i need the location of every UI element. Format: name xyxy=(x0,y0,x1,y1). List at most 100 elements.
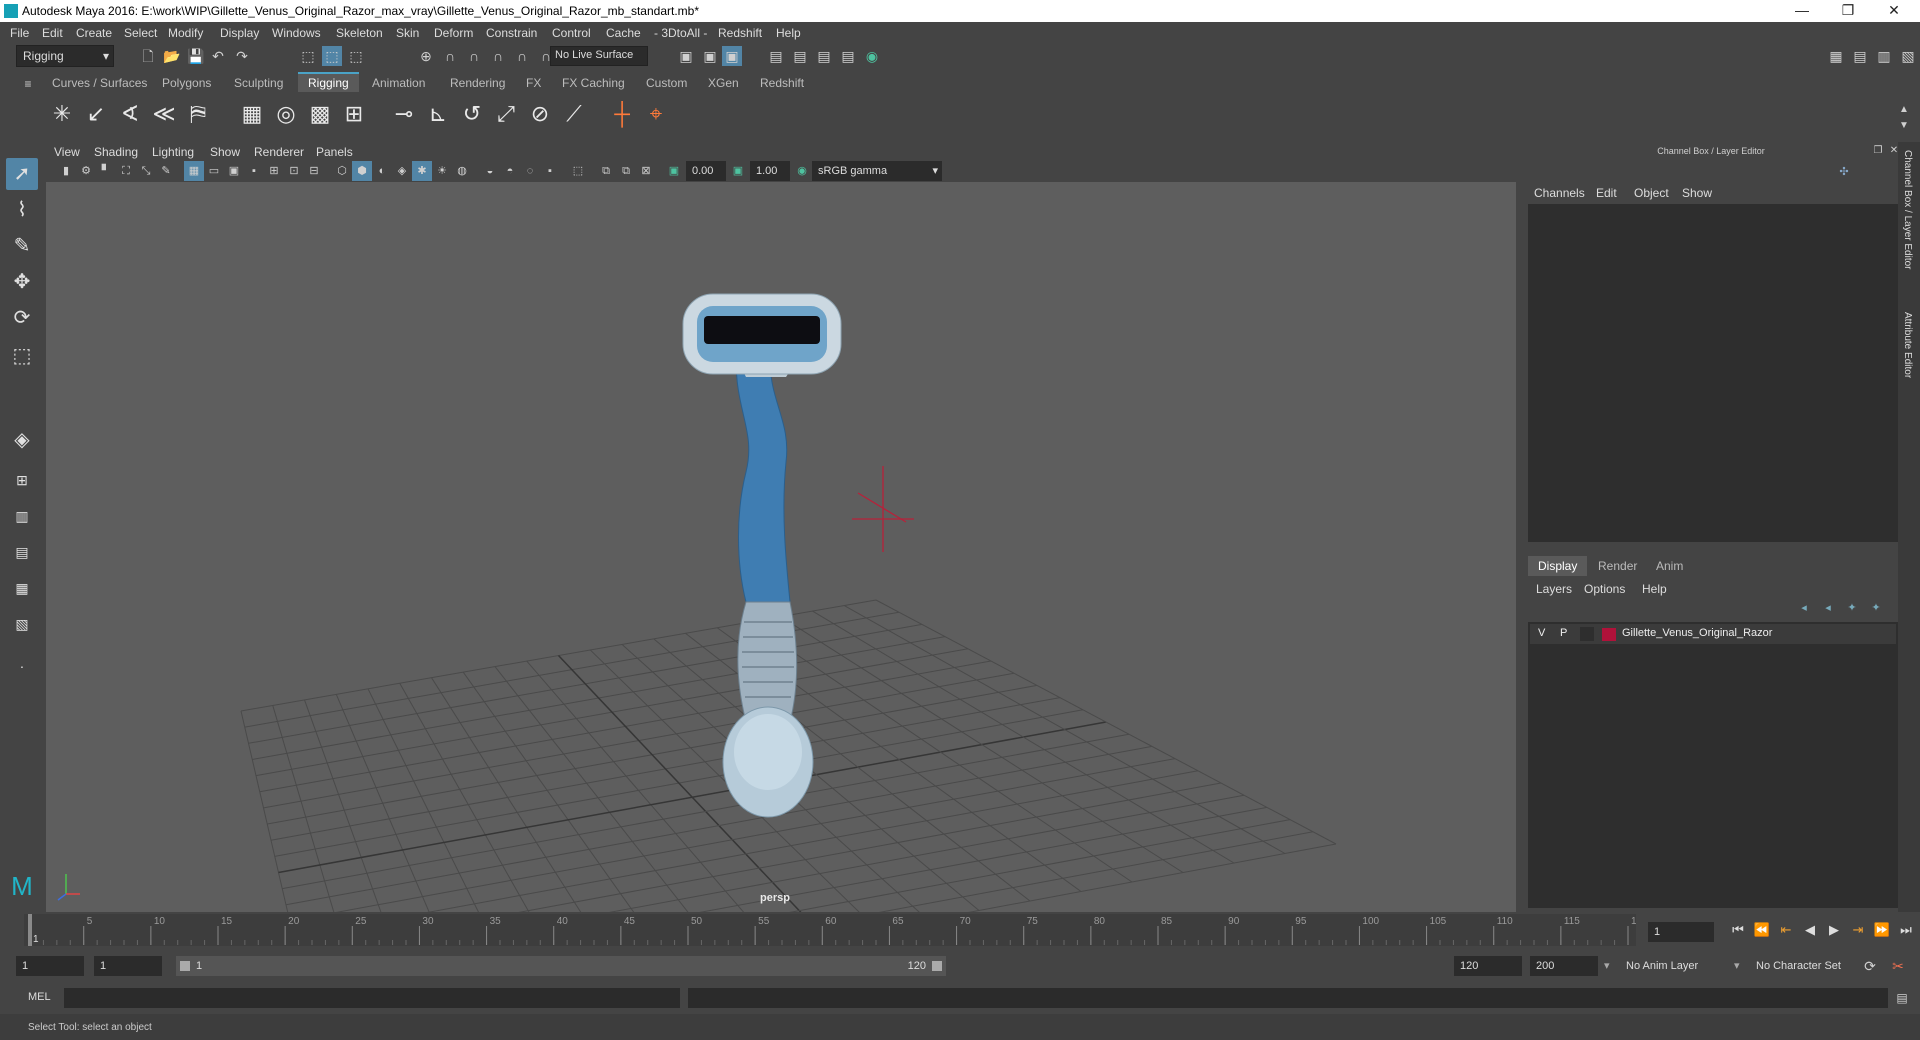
quick-rig-icon[interactable]: ⛿ xyxy=(182,98,214,130)
snap-grid-icon[interactable]: ⊕ xyxy=(416,46,436,66)
cluster-icon[interactable]: ⊞ xyxy=(338,98,370,130)
layout-options-icon[interactable]: · xyxy=(6,650,38,682)
snap-view-icon[interactable]: ∩ xyxy=(488,46,508,66)
viewport-menu-renderer[interactable]: Renderer xyxy=(254,145,304,159)
shelf-scroll-down-icon[interactable]: ▼ xyxy=(1894,116,1914,136)
channels-menu[interactable]: Channels xyxy=(1534,186,1585,200)
layers-menu[interactable]: Layers xyxy=(1536,582,1572,596)
menu-edit[interactable]: Edit xyxy=(42,26,63,40)
input-output-icon[interactable]: ▣ xyxy=(700,46,720,66)
insert-joint-icon[interactable]: ↙ xyxy=(80,98,112,130)
select-tool-icon[interactable]: ➚ xyxy=(6,158,38,190)
ik-handle-icon[interactable]: ∢ xyxy=(114,98,146,130)
hypershade-layout-icon[interactable]: ▦ xyxy=(6,572,38,604)
2d-pan-zoom-icon[interactable]: ⤡ xyxy=(136,161,156,181)
channel-box-area[interactable] xyxy=(1528,204,1898,542)
minimize-button[interactable]: — xyxy=(1782,2,1822,20)
playback-start-field[interactable]: 1 xyxy=(94,956,162,976)
tab-rigging[interactable]: Rigging xyxy=(298,72,359,92)
close-button[interactable]: ✕ xyxy=(1874,2,1914,20)
current-time-marker[interactable] xyxy=(28,914,32,946)
single-perspective-layout-icon[interactable]: ◈ xyxy=(6,424,38,456)
playback-end-field[interactable]: 120 xyxy=(1454,956,1522,976)
select-hierarchy-icon[interactable]: ⬚ xyxy=(298,46,318,66)
scene-end-field[interactable]: 200 xyxy=(1530,956,1598,976)
go-to-start-icon[interactable]: ⏮ xyxy=(1728,920,1748,940)
paint-select-icon[interactable]: ✎ xyxy=(6,230,38,262)
channel-box-toggle-icon[interactable]: ▧ xyxy=(1898,46,1918,66)
snap-surface-icon[interactable]: ∩ xyxy=(512,46,532,66)
render-settings-icon[interactable]: ▤ xyxy=(838,46,858,66)
menu-constrain[interactable]: Constrain xyxy=(486,26,537,40)
go-to-end-icon[interactable]: ⏭ xyxy=(1896,920,1916,940)
snap-curve-icon[interactable]: ∩ xyxy=(440,46,460,66)
menu-help[interactable]: Help xyxy=(776,26,801,40)
new-layer-selected-icon[interactable]: ✦ xyxy=(1866,598,1886,618)
gate-mask-icon[interactable]: ▪ xyxy=(244,161,264,181)
aim-constraint-icon[interactable]: ⊘ xyxy=(524,98,556,130)
mode-dropdown[interactable]: Rigging ▾ xyxy=(16,45,114,67)
ik-spline-icon[interactable]: ≪ xyxy=(148,98,180,130)
tab-fx[interactable]: FX xyxy=(516,74,551,92)
gamma-field[interactable]: 1.00 xyxy=(750,161,790,181)
persp-outliner-layout-icon[interactable]: ▥ xyxy=(6,500,38,532)
live-surface-field[interactable]: No Live Surface xyxy=(550,46,648,66)
color-management-icon[interactable]: ◉ xyxy=(792,161,812,181)
construction-history-icon[interactable]: ▣ xyxy=(676,46,696,66)
tab-display[interactable]: Display xyxy=(1528,556,1588,576)
locator-icon[interactable]: ┼ xyxy=(606,98,638,130)
outliner-layout-icon[interactable]: ▧ xyxy=(6,608,38,640)
image-plane-icon[interactable]: ⛶ xyxy=(116,161,136,181)
menu-windows[interactable]: Windows xyxy=(272,26,321,40)
character-set-dropdown[interactable]: ▾ No Character Set xyxy=(1734,956,1862,976)
restore-button[interactable]: ❐ xyxy=(1828,2,1868,20)
tab-polygons[interactable]: Polygons xyxy=(152,74,221,92)
layer-visibility-toggle[interactable]: V xyxy=(1538,627,1545,639)
menu-modify[interactable]: Modify xyxy=(168,26,203,40)
tab-fx-caching[interactable]: FX Caching xyxy=(552,74,635,92)
perspective-viewport[interactable]: persp xyxy=(46,182,1516,912)
help-menu[interactable]: Help xyxy=(1642,582,1667,596)
orient-constraint-icon[interactable]: ⊾ xyxy=(422,98,454,130)
menu-cache[interactable]: Cache xyxy=(606,26,641,40)
range-slider[interactable]: 1 120 xyxy=(176,956,946,976)
step-back-key-icon[interactable]: ⇤ xyxy=(1776,920,1796,940)
menu-skeleton[interactable]: Skeleton xyxy=(336,26,383,40)
command-input[interactable] xyxy=(64,988,680,1008)
edit-menu[interactable]: Edit xyxy=(1596,186,1617,200)
move-layer-up-icon[interactable]: ◂ xyxy=(1794,598,1814,618)
side-tab-channel-box[interactable]: Channel Box / Layer Editor xyxy=(1902,150,1913,270)
anim-layer-dropdown[interactable]: ▾ No Anim Layer xyxy=(1604,956,1738,976)
redo-icon[interactable]: ↷ xyxy=(232,46,252,66)
menu-control[interactable]: Control xyxy=(552,26,591,40)
menu-select[interactable]: Select xyxy=(124,26,157,40)
move-tool-icon[interactable]: ✥ xyxy=(6,266,38,298)
menu-file[interactable]: File xyxy=(10,26,29,40)
new-empty-layer-icon[interactable]: ✦ xyxy=(1842,598,1862,618)
menu-skin[interactable]: Skin xyxy=(396,26,419,40)
tab-custom[interactable]: Custom xyxy=(636,74,697,92)
layer-playback-toggle[interactable]: P xyxy=(1560,627,1567,639)
open-scene-icon[interactable]: 📂 xyxy=(162,46,182,66)
exposure-field[interactable]: 0.00 xyxy=(686,161,726,181)
lasso-tool-icon[interactable]: ⌇ xyxy=(6,194,38,226)
razor-model[interactable] xyxy=(682,293,842,818)
layer-display-type[interactable] xyxy=(1580,627,1594,641)
tab-animation[interactable]: Animation xyxy=(362,74,435,92)
point-constraint-icon[interactable]: ⊸ xyxy=(388,98,420,130)
grease-pencil-icon[interactable]: ✎ xyxy=(156,161,176,181)
screen-space-ao-icon[interactable]: ◍ xyxy=(452,161,472,181)
auto-key-icon[interactable]: ⟳ xyxy=(1860,956,1880,976)
render-current-icon[interactable]: ▤ xyxy=(790,46,810,66)
backface-icon[interactable]: ⊠ xyxy=(636,161,656,181)
script-editor-icon[interactable]: ▤ xyxy=(1892,988,1912,1008)
resolution-gate-icon[interactable]: ▣ xyxy=(224,161,244,181)
motion-blur-icon[interactable]: ◒ xyxy=(480,161,500,181)
save-scene-icon[interactable]: 💾 xyxy=(186,46,206,66)
attribute-editor-toggle-icon[interactable]: ▤ xyxy=(1850,46,1870,66)
bookmark-icon[interactable]: ▘ xyxy=(96,161,116,181)
options-menu[interactable]: Options xyxy=(1584,582,1625,596)
modeling-toolkit-icon[interactable]: ▦ xyxy=(1826,46,1846,66)
tab-curves-surfaces[interactable]: Curves / Surfaces xyxy=(42,74,157,92)
symmetry-icon[interactable]: ▣ xyxy=(722,46,742,66)
